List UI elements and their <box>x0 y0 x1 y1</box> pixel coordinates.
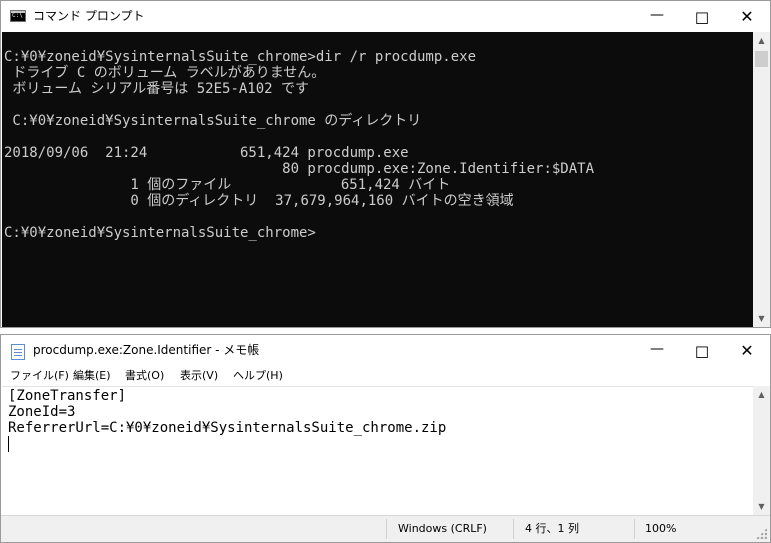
command-prompt-window: C:\ コマンド プロンプト — ☐ ✕ C:¥0¥zoneid¥Sysinte… <box>0 0 771 328</box>
status-divider <box>513 519 514 539</box>
scroll-up-arrow-icon[interactable]: ▲ <box>753 386 770 403</box>
status-divider <box>634 519 635 539</box>
menu-edit[interactable]: 編集(E) <box>73 369 111 383</box>
console-line: C:¥0¥zoneid¥SysinternalsSuite_chrome のディ… <box>4 113 422 129</box>
console-line: 2018/09/06 21:24 651,424 procdump.exe <box>4 145 409 161</box>
scroll-down-arrow-icon[interactable]: ▼ <box>753 498 770 515</box>
resize-grip-icon[interactable] <box>756 528 767 539</box>
console-output[interactable]: C:¥0¥zoneid¥SysinternalsSuite_chrome>dir… <box>2 32 753 327</box>
console-app-icon: C:\ <box>10 10 26 22</box>
editor-line: ReferrerUrl=C:¥0¥zoneid¥SysinternalsSuit… <box>8 420 447 436</box>
notepad-vertical-scrollbar[interactable]: ▲ ▼ <box>753 386 770 515</box>
cmd-title-bar[interactable]: C:\ コマンド プロンプト — ☐ ✕ <box>1 1 770 32</box>
cmd-maximize-button[interactable]: ☐ <box>679 1 725 32</box>
menu-bar: ファイル(F) 編集(E) 書式(O) 表示(V) ヘルプ(H) <box>1 366 770 386</box>
status-bar: Windows (CRLF) 4 行、1 列 100% <box>1 515 770 542</box>
menu-file[interactable]: ファイル(F) <box>10 369 69 383</box>
notepad-close-button[interactable]: ✕ <box>724 335 770 366</box>
minimize-icon: — <box>650 7 664 23</box>
scroll-up-arrow-icon[interactable]: ▲ <box>753 32 770 49</box>
notepad-window-title: procdump.exe:Zone.Identifier - メモ帳 <box>33 343 260 357</box>
notepad-minimize-button[interactable]: — <box>634 335 680 366</box>
console-prompt-line: C:¥0¥zoneid¥SysinternalsSuite_chrome> <box>4 225 316 241</box>
cmd-close-button[interactable]: ✕ <box>724 1 770 32</box>
notepad-title-bar[interactable]: procdump.exe:Zone.Identifier - メモ帳 — ☐ ✕ <box>1 335 770 366</box>
cursor-position-status: 4 行、1 列 <box>525 522 579 535</box>
menu-view[interactable]: 表示(V) <box>180 369 218 383</box>
maximize-icon: ☐ <box>694 343 710 362</box>
console-line: C:¥0¥zoneid¥SysinternalsSuite_chrome>dir… <box>4 49 477 65</box>
scrollbar-thumb[interactable] <box>755 51 768 67</box>
text-editor-area[interactable]: [ZoneTransfer] ZoneId=3 ReferrerUrl=C:¥0… <box>2 386 753 516</box>
cmd-window-title: コマンド プロンプト <box>33 9 145 23</box>
cmd-minimize-button[interactable]: — <box>634 1 680 32</box>
cmd-vertical-scrollbar[interactable]: ▲ ▼ <box>753 32 770 327</box>
console-line: 1 個のファイル 651,424 バイト <box>4 177 451 193</box>
text-caret <box>8 436 9 452</box>
notepad-window: procdump.exe:Zone.Identifier - メモ帳 — ☐ ✕… <box>0 334 771 543</box>
close-icon: ✕ <box>740 7 754 26</box>
console-line: ボリューム シリアル番号は 52E5-A102 です <box>4 81 310 97</box>
console-line: ドライブ C のボリューム ラベルがありません。 <box>4 65 326 81</box>
console-line: 0 個のディレクトリ 37,679,964,160 バイトの空き領域 <box>4 193 514 209</box>
notepad-app-icon <box>11 344 25 360</box>
console-line: 80 procdump.exe:Zone.Identifier:$DATA <box>4 161 595 177</box>
notepad-maximize-button[interactable]: ☐ <box>679 335 725 366</box>
close-icon: ✕ <box>740 341 754 360</box>
editor-line: ZoneId=3 <box>8 404 76 420</box>
menu-help[interactable]: ヘルプ(H) <box>233 369 283 383</box>
minimize-icon: — <box>650 341 664 357</box>
editor-line: [ZoneTransfer] <box>8 388 127 404</box>
status-divider <box>386 519 387 539</box>
menu-format[interactable]: 書式(O) <box>125 369 164 383</box>
zoom-level-status: 100% <box>645 522 677 535</box>
maximize-icon: ☐ <box>694 9 710 28</box>
scroll-down-arrow-icon[interactable]: ▼ <box>753 310 770 327</box>
line-ending-status: Windows (CRLF) <box>398 522 487 535</box>
console-icon-glyph: C:\ <box>12 12 23 19</box>
